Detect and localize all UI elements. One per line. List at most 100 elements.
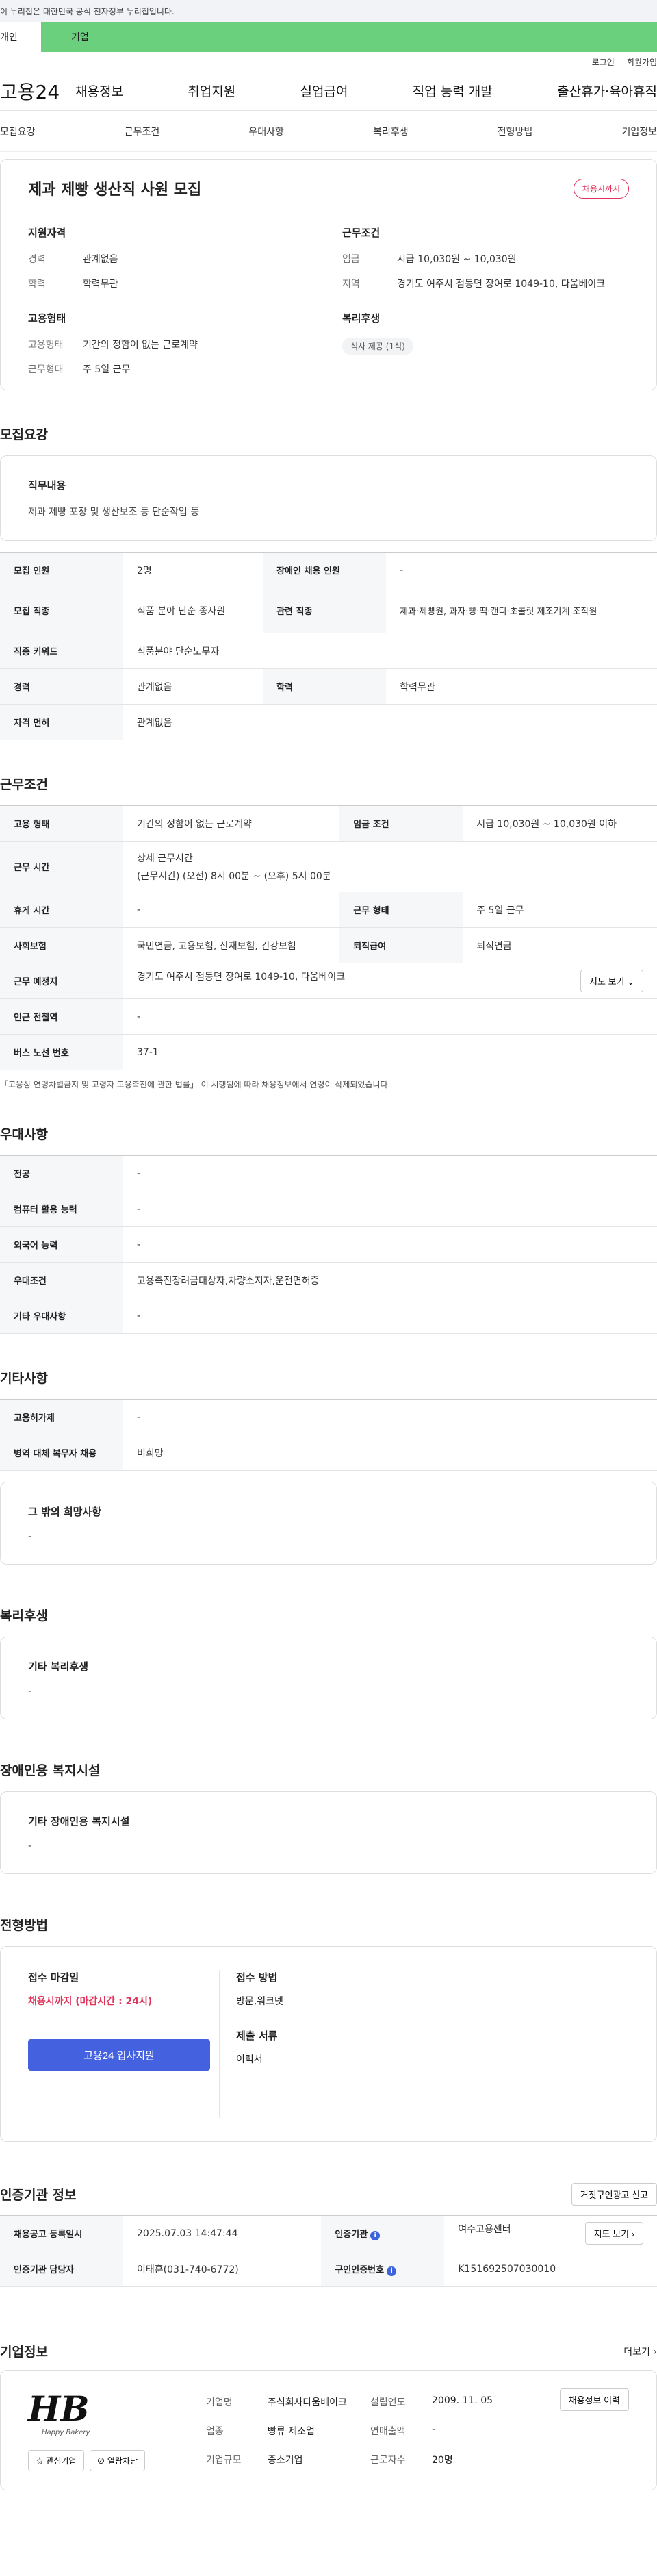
gnb-item-unemployment[interactable]: 실업급여	[300, 81, 348, 100]
td: 관계없음	[123, 704, 657, 740]
td: 고용촉진장려금대상자,차량소지자,운전면허증	[123, 1262, 657, 1298]
apply-button[interactable]: 고용24 입사지원	[28, 2039, 210, 2071]
history-button[interactable]: 채용정보 이력	[559, 2388, 629, 2411]
recruit-table: 모집 인원 2명 장애인 채용 인원 - 모집 직종 식품 분야 단순 종사원 관련 직종…	[0, 552, 657, 740]
snb-company[interactable]: 기업정보	[621, 125, 657, 138]
gnb-item-employment-support[interactable]: 취업지원	[188, 81, 235, 100]
join-link[interactable]: 회원가입	[627, 56, 657, 68]
label: 구인인증번호	[335, 2264, 385, 2275]
th: 버스 노선 번호	[0, 1034, 123, 1070]
company-logo: HB	[28, 2388, 90, 2429]
user-type-tabs: 개인 기업	[0, 22, 657, 52]
table-row: 고용허가제 -	[0, 1399, 657, 1435]
block-view-button[interactable]: ⊘ 열람차단	[89, 2450, 145, 2471]
inst-map-button[interactable]: 지도 보기 ›	[584, 2222, 643, 2245]
th: 채용공고 등록일시	[0, 2215, 123, 2251]
value: 시급 10,030원 ~ 10,030원	[397, 254, 517, 265]
value: 주식회사다움베이크	[268, 2397, 347, 2408]
value: 관계없음	[83, 254, 118, 265]
disabled-box: 기타 장애인용 복지시설 -	[0, 1791, 657, 1874]
td: 비희망	[123, 1435, 657, 1471]
job-title: 제과 제빵 생산직 사원 모집	[28, 181, 202, 199]
welfare-box: 기타 복리후생 -	[0, 1637, 657, 1719]
td: -	[123, 1298, 657, 1334]
work-section-title: 근무조건	[0, 777, 48, 792]
td: 37-1	[123, 1034, 657, 1070]
th: 휴게 시간	[0, 892, 123, 928]
pref-table: 전공 - 컴퓨터 활용 능력 - 외국어 능력 - 우대조건 고용촉진장려금대상자,차량…	[0, 1155, 657, 1334]
th: 컴퓨터 활용 능력	[0, 1191, 123, 1227]
table-row: 휴게 시간 - 근무 형태 주 5일 근무	[0, 892, 657, 928]
label: 인증기관	[335, 2229, 368, 2240]
inst-table: 채용공고 등록일시 2025.07.03 14:47:44 인증기관 i 여주고용센터 지…	[0, 2215, 657, 2287]
td: -	[123, 1399, 657, 1435]
gnb-item-training[interactable]: 직업 능력 개발	[413, 81, 493, 100]
inst-header: 인증기관 정보 거짓구인광고 신고	[0, 2183, 657, 2206]
inst-name: 여주고용센터	[458, 2224, 511, 2235]
table-row: 외국어 능력 -	[0, 1226, 657, 1263]
td: 기간의 정함이 없는 근로계약	[123, 805, 340, 842]
value: -	[432, 2424, 436, 2435]
method-label: 접수 방법	[236, 1971, 278, 1984]
login-link[interactable]: 로그인	[592, 56, 615, 68]
th: 고용 형태	[0, 805, 123, 842]
company-section-title: 기업정보	[0, 2345, 48, 2360]
table-row: 고용 형태 기간의 정함이 없는 근로계약 임금 조건 시급 10,030원 ~ 10…	[0, 805, 657, 842]
gnb-item-jobs[interactable]: 채용정보	[75, 81, 123, 100]
tab-corp[interactable]: 기업	[41, 22, 657, 52]
map-view-button[interactable]: 지도 보기 ⌄	[580, 970, 643, 992]
age-note: 「고용상 연령차별금지 및 고령자 고용촉진에 관한 법률」 이 시행됨에 따라…	[0, 1080, 391, 1089]
th: 인근 전철역	[0, 998, 123, 1035]
docs-label: 제출 서류	[236, 2030, 278, 2042]
th: 외국어 능력	[0, 1226, 123, 1263]
table-row: 사회보험 국민연금, 고용보험, 산재보험, 건강보험 퇴직급여 퇴직연금	[0, 927, 657, 963]
company-more-link[interactable]: 더보기 ›	[623, 2345, 657, 2358]
td: 학력무관	[386, 668, 657, 705]
tab-person[interactable]: 개인	[0, 22, 41, 52]
favorite-company-button[interactable]: ☆ 관심기업	[28, 2450, 84, 2471]
td: 상세 근무시간 (근무시간) (오전) 8시 00분 ~ (오후) 5시 00분	[123, 841, 657, 892]
inst-section-title: 인증기관 정보	[0, 2188, 77, 2203]
label: 학력	[28, 279, 46, 290]
report-fake-ad-button[interactable]: 거짓구인광고 신고	[571, 2183, 657, 2206]
label: 근무형태	[28, 364, 64, 375]
td: -	[123, 1155, 657, 1191]
info-icon[interactable]: i	[370, 2230, 381, 2240]
snb-selection[interactable]: 전형방법	[498, 125, 533, 138]
label: 연매출액	[370, 2426, 406, 2437]
th: 기타 우대사항	[0, 1298, 123, 1334]
label: 지역	[342, 279, 360, 290]
disabled-section-title: 장애인용 복지시설	[0, 1763, 101, 1778]
table-row: 경력 관계없음 학력 학력무관	[0, 668, 657, 705]
gnb-item-leave[interactable]: 출산휴가·육아휴직	[557, 81, 657, 100]
th: 경력	[0, 668, 123, 705]
th: 장애인 채용 인원	[263, 552, 387, 588]
value: 20명	[432, 2455, 453, 2466]
th: 우대조건	[0, 1262, 123, 1298]
info-icon[interactable]: i	[387, 2266, 397, 2276]
td: 여주고용센터 지도 보기 ›	[444, 2215, 657, 2251]
td: 제과·제빵원, 과자·빵·떡·캔디·초콜릿 제조기계 조작원	[386, 588, 657, 633]
site-logo[interactable]: 고용24	[0, 77, 75, 105]
table-row: 인근 전철역 -	[0, 998, 657, 1035]
pref-section-title: 우대사항	[0, 1127, 48, 1142]
docs-value: 이력서	[236, 2054, 263, 2065]
value: 경기도 여주시 점동면 장여로 1049-10, 다움베이크	[397, 279, 606, 290]
table-row: 직종 키워드 식품분야 단순노무자	[0, 633, 657, 669]
td: 시급 10,030원 ~ 10,030원 이하	[463, 805, 657, 842]
etc-table: 고용허가제 - 병역 대체 복무자 채용 비희망	[0, 1399, 657, 1471]
snb-welfare[interactable]: 복리후생	[373, 125, 409, 138]
welfare-box-title: 기타 복리후생	[28, 1660, 89, 1673]
td: 주 5일 근무	[463, 892, 657, 928]
disabled-box-title: 기타 장애인용 복지시설	[28, 1815, 130, 1828]
th: 관련 직종	[263, 588, 387, 633]
selection-card: 접수 마감일 채용시까지 (마감시간 : 24시) 고용24 입사지원 접수 방…	[0, 1946, 657, 2142]
table-row: 인증기관 담당자 이태훈(031-740-6772) 구인인증번호 i K1516925…	[0, 2251, 657, 2287]
snb-work[interactable]: 근무조건	[125, 125, 160, 138]
td: 관계없음	[123, 668, 263, 705]
snb-pref[interactable]: 우대사항	[248, 125, 284, 138]
snb-recruit[interactable]: 모집요강	[0, 125, 36, 138]
table-row: 근무 예정지 경기도 여주시 점동면 장여로 1049-10, 다움베이크 지도 보…	[0, 963, 657, 999]
company-info: 기업명 주식회사다움베이크 설립연도 2009. 11. 05 업종 빵류 제조업 연…	[206, 2395, 534, 2472]
label: 임금	[342, 254, 360, 265]
